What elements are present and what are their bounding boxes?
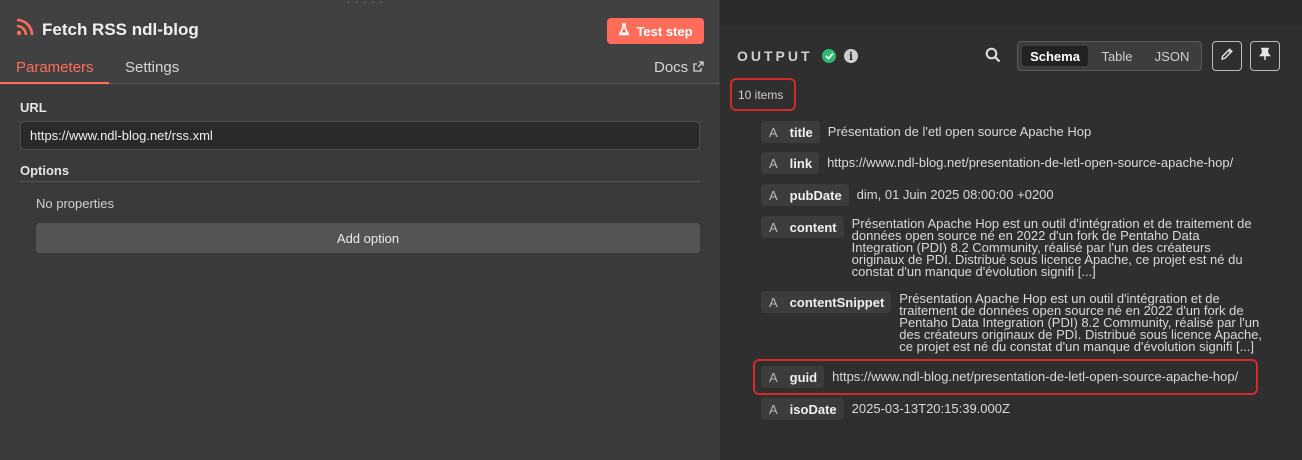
info-icon[interactable]: i <box>844 49 858 63</box>
field-value: Présentation Apache Hop est un outil d'i… <box>899 291 1263 354</box>
field-key: contentSnippet <box>789 294 885 310</box>
string-type-icon: A <box>769 155 778 171</box>
field-pill[interactable]: A link <box>761 152 820 174</box>
pin-data-button[interactable] <box>1250 41 1280 71</box>
field-value: dim, 01 Juin 2025 08:00:00 +0200 <box>856 187 1054 202</box>
string-type-icon: A <box>769 219 778 235</box>
string-type-icon: A <box>769 187 778 203</box>
field-key: link <box>789 155 813 171</box>
field-value: Présentation de l'etl open source Apache… <box>827 124 1092 139</box>
field-value: 2025-03-13T20:15:39.000Z <box>851 401 1010 416</box>
test-step-label: Test step <box>636 23 693 39</box>
field-key: content <box>789 219 837 235</box>
field-value: Présentation Apache Hop est un outil d'i… <box>851 216 1252 279</box>
canvas-strip <box>720 0 1302 25</box>
node-title: Fetch RSS ndl-blog <box>42 19 199 39</box>
field-pill[interactable]: A pubDate <box>761 184 849 206</box>
items-count-badge: 10 items <box>730 78 796 111</box>
pencil-icon <box>1220 47 1234 66</box>
field-pill[interactable]: A contentSnippet <box>761 291 892 313</box>
docs-link[interactable]: Docs <box>654 59 704 76</box>
schema-row-isodate: A isoDate 2025-03-13T20:15:39.000Z <box>761 398 1010 420</box>
field-key: guid <box>789 369 818 385</box>
schema-row-guid: A guid https://www.ndl-blog.net/presenta… <box>761 366 1238 388</box>
active-tab-indicator <box>0 82 109 84</box>
options-divider <box>20 181 700 182</box>
view-table[interactable]: Table <box>1092 46 1142 66</box>
field-key: title <box>789 124 813 140</box>
no-properties-text: No properties <box>36 196 115 211</box>
node-tabs: Parameters Settings <box>0 56 720 84</box>
field-value: https://www.ndl-blog.net/presentation-de… <box>827 155 1234 170</box>
field-key: pubDate <box>789 187 842 203</box>
flask-icon <box>618 23 630 39</box>
url-label: URL <box>20 100 47 115</box>
schema-row-contentsnippet: A contentSnippet Présentation Apache Hop… <box>761 291 1279 353</box>
node-parameters-panel: · · · · · Fetch RSS ndl-blog Test step P… <box>0 0 720 460</box>
view-switcher: Schema Table JSON <box>1017 41 1202 71</box>
node-header: Fetch RSS ndl-blog <box>16 18 199 41</box>
panel-drag-handle[interactable]: · · · · · <box>347 0 384 8</box>
field-pill[interactable]: A isoDate <box>761 398 844 420</box>
schema-row-title: A title Présentation de l'etl open sourc… <box>761 121 1091 143</box>
output-title: OUTPUT <box>737 48 813 64</box>
test-step-button[interactable]: Test step <box>607 18 704 44</box>
view-json[interactable]: JSON <box>1146 46 1198 66</box>
tab-settings[interactable]: Settings <box>125 59 179 76</box>
field-pill[interactable]: A content <box>761 216 844 238</box>
url-input[interactable] <box>20 121 700 150</box>
success-check-icon <box>822 49 836 63</box>
schema-row-link: A link https://www.ndl-blog.net/presenta… <box>761 152 1233 174</box>
field-value: https://www.ndl-blog.net/presentation-de… <box>832 369 1239 384</box>
string-type-icon: A <box>769 401 778 417</box>
external-link-icon <box>693 59 704 76</box>
field-key: isoDate <box>789 401 837 417</box>
parameters-body: URL Options No properties Add option <box>0 85 720 460</box>
output-panel: OUTPUT i Schema Table JSON 10 items A ti… <box>720 25 1302 460</box>
tab-parameters[interactable]: Parameters <box>16 59 94 76</box>
docs-label: Docs <box>654 59 689 76</box>
pin-icon <box>1258 47 1272 66</box>
string-type-icon: A <box>769 369 778 385</box>
search-icon[interactable] <box>985 47 1001 68</box>
rss-icon <box>16 18 34 41</box>
schema-row-content: A content Présentation Apache Hop est un… <box>761 216 1252 278</box>
schema-row-pubdate: A pubDate dim, 01 Juin 2025 08:00:00 +02… <box>761 184 1054 206</box>
field-pill[interactable]: A guid <box>761 366 825 388</box>
view-schema[interactable]: Schema <box>1022 46 1088 66</box>
options-label: Options <box>20 163 70 178</box>
string-type-icon: A <box>769 124 778 140</box>
edit-output-button[interactable] <box>1212 41 1242 71</box>
string-type-icon: A <box>769 294 778 310</box>
add-option-button[interactable]: Add option <box>36 223 700 253</box>
field-pill[interactable]: A title <box>761 121 820 143</box>
